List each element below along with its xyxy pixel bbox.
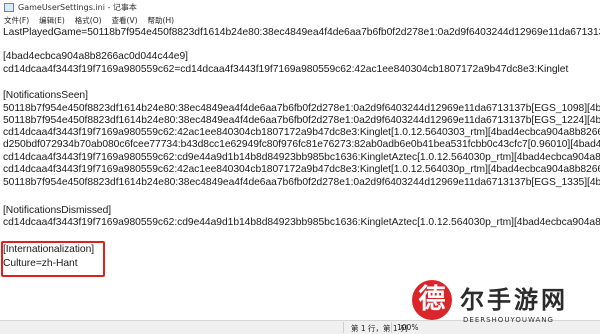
menu-edit[interactable]: 编辑(E) (39, 15, 65, 26)
editor-line: [NotificationsSeen] (3, 90, 88, 101)
notepad-icon (4, 2, 14, 12)
editor-line: [NotificationsDismissed] (3, 205, 112, 216)
window-title: GameUserSettings.ini - 记事本 (18, 2, 137, 12)
editor-line: 50118b7f954e450f8823df1614b24e80:38ec484… (3, 115, 600, 126)
menu-bar: 文件(F) 编辑(E) 格式(O) 查看(V) 帮助(H) (0, 14, 600, 26)
menu-help[interactable]: 帮助(H) (148, 15, 175, 26)
editor-line: cd14dcaa4f3443f19f7169a980559c62:cd9e44a… (3, 217, 600, 228)
menu-format[interactable]: 格式(O) (75, 15, 102, 26)
editor-line: cd14dcaa4f3443f19f7169a980559c62=cd14dca… (3, 64, 569, 75)
status-divider (391, 322, 392, 333)
editor-line: LastPlayedGame=50118b7f954e450f8823df161… (3, 27, 600, 38)
editor-line: 50118b7f954e450f8823df1614b24e80:38ec484… (3, 103, 600, 114)
editor-line: [4bad4ecbca904a8b8266ac0d044c44e9] (3, 51, 188, 62)
site-watermark: 德 尔手游网 DEERSHOUYOUWANG (405, 276, 600, 333)
watermark-title: 尔手游网 (460, 286, 568, 314)
editor-line: cd14dcaa4f3443f19f7169a980559c62:cd9e44a… (3, 152, 600, 163)
watermark-logo: 德 (412, 280, 452, 320)
editor-line: cd14dcaa4f3443f19f7169a980559c62:42ac1ee… (3, 164, 600, 175)
menu-view[interactable]: 查看(V) (112, 15, 138, 26)
title-bar: GameUserSettings.ini - 记事本 (0, 0, 600, 14)
editor-line: 50118b7f954e450f8823df1614b24e80:38ec484… (3, 177, 600, 188)
status-divider (343, 322, 344, 333)
menu-file[interactable]: 文件(F) (4, 15, 29, 26)
editor-line: cd14dcaa4f3443f19f7169a980559c62:42ac1ee… (3, 127, 600, 138)
editor-line: d250bdf072934b70ab080c6fcee77734:b43d8cc… (3, 139, 600, 150)
watermark-subtitle: DEERSHOUYOUWANG (463, 316, 554, 324)
highlight-box (1, 241, 105, 277)
